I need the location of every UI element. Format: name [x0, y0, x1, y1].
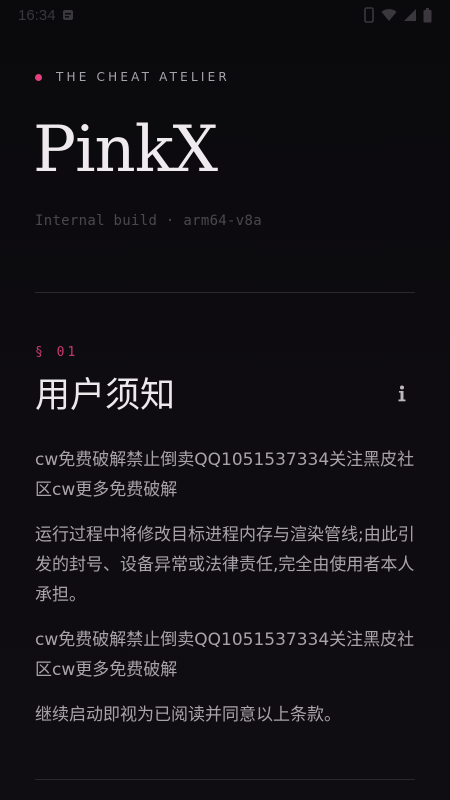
wifi-icon: [381, 8, 397, 22]
section-number: § 01: [35, 345, 79, 360]
notice-paragraph: cw免费破解禁止倒卖QQ1051537334关注黑皮社区cw更多免费破解: [35, 450, 415, 500]
build-info: Internal build · arm64-v8a: [35, 213, 262, 229]
vibrate-icon: [363, 7, 375, 23]
brand-row: THE CHEAT ATELIER: [35, 70, 230, 84]
brand-dot: [35, 73, 42, 81]
status-bar: 16:34: [0, 0, 450, 30]
notice-paragraph: 继续启动即视为已阅读并同意以上条款。: [35, 705, 341, 725]
notice-body: cw免费破解禁止倒卖QQ1051537334关注黑皮社区cw更多免费破解 运行过…: [35, 445, 415, 745]
brand-label: THE CHEAT ATELIER: [56, 70, 230, 84]
signal-icon: [403, 8, 417, 22]
divider-top: [35, 292, 415, 293]
info-icon: [397, 385, 407, 407]
notice-paragraph: 运行过程中将修改目标进程内存与渲染管线;由此引发的封号、设备异常或法律责任,完全…: [35, 525, 415, 605]
app-screen: 16:34 THE CHEAT ATELIER PinkX Internal b…: [0, 0, 450, 800]
section-title: 用户须知: [35, 376, 176, 416]
battery-icon: [423, 7, 432, 23]
notification-icon: [62, 9, 74, 21]
info-button[interactable]: [388, 382, 416, 410]
app-title: PinkX: [33, 113, 218, 187]
notice-paragraph: cw免费破解禁止倒卖QQ1051537334关注黑皮社区cw更多免费破解: [35, 630, 415, 680]
status-time: 16:34: [18, 6, 56, 24]
divider-bottom: [35, 779, 415, 780]
